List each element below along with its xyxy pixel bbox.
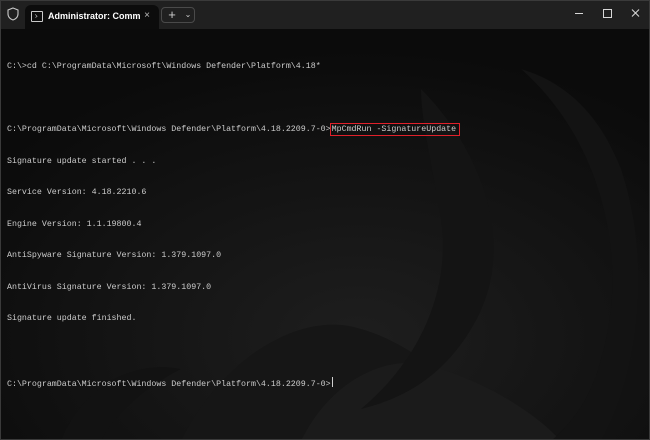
terminal-line: Engine Version: 1.1.19800.4 (7, 219, 142, 229)
terminal-lines: C:\>cd C:\ProgramData\Microsoft\Windows … (7, 41, 643, 409)
terminal-line-command: C:\ProgramData\Microsoft\Windows Defende… (7, 123, 643, 136)
title-bar[interactable]: Administrator: Command Pro × + ⌄ (1, 1, 649, 29)
tab-title: Administrator: Command Pro (48, 11, 140, 21)
close-icon[interactable]: × (141, 10, 153, 22)
prompt-path: C:\ProgramData\Microsoft\Windows Defende… (7, 125, 331, 134)
terminal-window: Administrator: Command Pro × + ⌄ (0, 0, 650, 440)
prompt-path: C:\ProgramData\Microsoft\Windows Defende… (7, 380, 331, 389)
maximize-icon[interactable] (593, 1, 621, 25)
new-tab-group: + ⌄ (161, 7, 195, 23)
highlighted-command: MpCmdRun -SignatureUpdate (329, 123, 461, 136)
terminal-line: AntiVirus Signature Version: 1.379.1097.… (7, 282, 212, 292)
terminal-line: Signature update finished. (7, 314, 137, 323)
chevron-down-icon[interactable]: ⌄ (181, 8, 195, 22)
terminal-line: C:\>cd C:\ProgramData\Microsoft\Windows … (7, 62, 321, 71)
text-cursor (331, 377, 333, 387)
terminal-output-area[interactable]: C:\>cd C:\ProgramData\Microsoft\Windows … (1, 29, 649, 439)
window-close-icon[interactable] (621, 1, 649, 25)
terminal-icon (31, 11, 43, 22)
terminal-line: Signature update started . . . (7, 156, 157, 166)
shield-icon (7, 7, 19, 21)
terminal-line-prompt[interactable]: C:\ProgramData\Microsoft\Windows Defende… (7, 377, 643, 389)
minimize-icon[interactable] (565, 1, 593, 25)
tab-command-prompt[interactable]: Administrator: Command Pro × (25, 5, 159, 29)
plus-icon[interactable]: + (164, 7, 180, 23)
terminal-line: Service Version: 4.18.2210.6 (7, 188, 147, 197)
terminal-line: AntiSpyware Signature Version: 1.379.109… (7, 251, 222, 260)
